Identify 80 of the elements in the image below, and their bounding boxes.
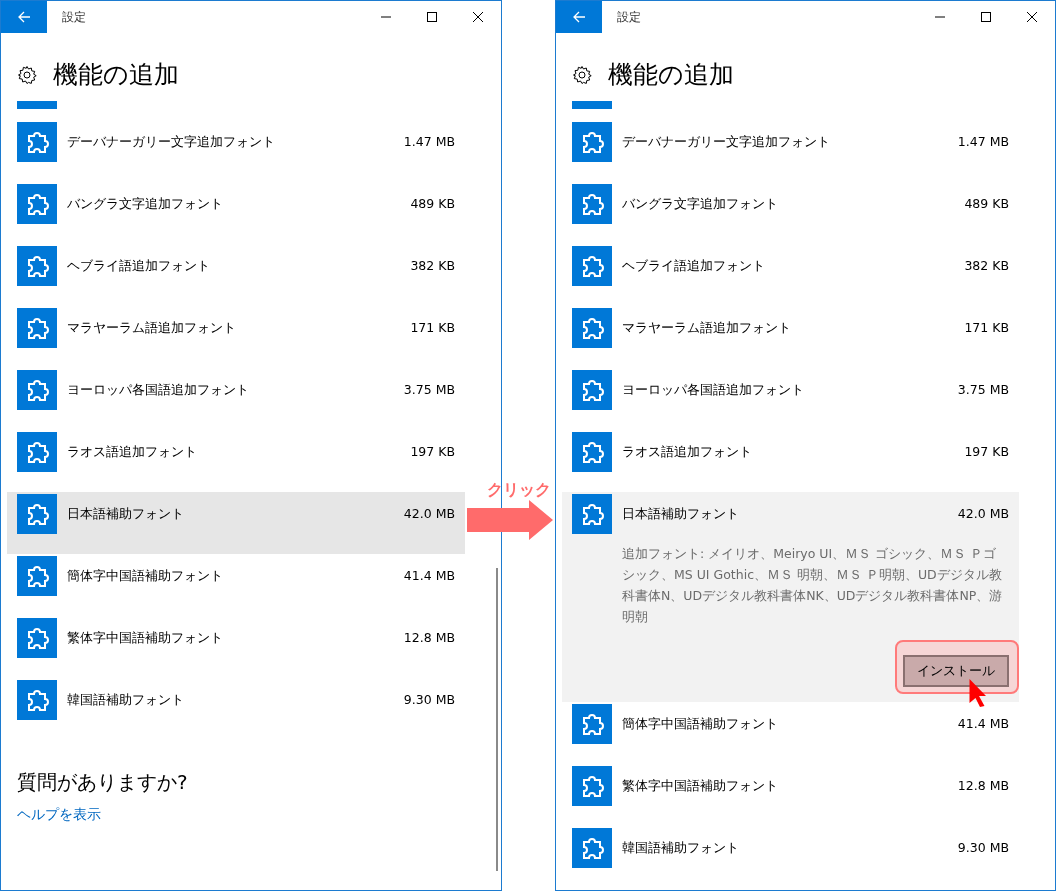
feature-item[interactable]: 簡体字中国語補助フォント 41.4 MB	[7, 554, 465, 616]
back-arrow-icon	[571, 9, 587, 25]
feature-name: 日本語補助フォント	[622, 505, 739, 523]
feature-item[interactable]: バングラ文字追加フォント 489 KB	[7, 182, 465, 244]
close-icon	[1027, 12, 1037, 22]
feature-size: 1.47 MB	[403, 133, 455, 151]
feature-name: 繁体字中国語補助フォント	[67, 629, 223, 647]
install-button[interactable]: インストール	[903, 655, 1009, 687]
feature-size: 41.4 MB	[403, 567, 455, 585]
feature-size: 171 KB	[964, 319, 1009, 337]
feature-description: 追加フォント: メイリオ、Meiryo UI、ＭＳ ゴシック、ＭＳ Ｐゴシック、MS UI Gothic、ＭＳ 明朝、ＭＳ Ｐ明朝、UDデジタル教科書体N、UDデジタル教科書体NK、UDデジタル教科書体NP、游明朝	[622, 545, 1004, 626]
window-title: 設定	[617, 8, 642, 26]
maximize-icon	[981, 12, 991, 22]
feature-item[interactable]: ヘブライ語追加フォント 382 KB	[562, 244, 1019, 306]
feature-name: ラオス語追加フォント	[622, 443, 752, 461]
feature-item[interactable]: 日本語補助フォント 42.0 MB	[7, 492, 465, 554]
feature-size: 42.0 MB	[403, 505, 455, 523]
page-heading: 機能の追加	[53, 59, 179, 91]
feature-item[interactable]: マラヤーラム語追加フォント 171 KB	[7, 306, 465, 368]
feature-size: 1.47 MB	[957, 133, 1009, 151]
feature-name: 日本語補助フォント	[67, 505, 184, 523]
feature-size: 12.8 MB	[957, 777, 1009, 795]
feature-item[interactable]: ラオス語追加フォント 197 KB	[562, 430, 1019, 492]
scroll-bar[interactable]	[496, 568, 498, 871]
help-link[interactable]: ヘルプを表示	[17, 804, 101, 824]
feature-name: ヨーロッパ各国語追加フォント	[622, 381, 804, 399]
feature-item[interactable]: マラヤーラム語追加フォント 171 KB	[562, 306, 1019, 368]
maximize-icon	[427, 12, 437, 22]
feature-item[interactable]: 繁体字中国語補助フォント 12.8 MB	[562, 764, 1019, 826]
feature-item[interactable]: 簡体字中国語補助フォント 41.4 MB	[562, 702, 1019, 764]
feature-size: 42.0 MB	[957, 505, 1009, 523]
feature-name: 韓国語補助フォント	[67, 691, 184, 709]
feature-size: 9.30 MB	[957, 839, 1009, 857]
feature-size: 171 KB	[410, 319, 455, 337]
back-button[interactable]	[556, 1, 602, 33]
feature-item[interactable]: 韓国語補助フォント 9.30 MB	[562, 826, 1019, 888]
back-button[interactable]	[1, 1, 47, 33]
feature-size: 197 KB	[964, 443, 1009, 461]
feature-name: ヘブライ語追加フォント	[622, 257, 765, 275]
feature-size: 489 KB	[410, 195, 455, 213]
feature-item[interactable]: 韓国語補助フォント 9.30 MB	[7, 678, 465, 740]
annotation-label: クリック	[487, 480, 551, 500]
cursor-icon	[967, 678, 989, 708]
feature-name: マラヤーラム語追加フォント	[622, 319, 791, 337]
feature-item[interactable]: 繁体字中国語補助フォント 12.8 MB	[7, 616, 465, 678]
feature-item[interactable]: ラオス語追加フォント 197 KB	[7, 430, 465, 492]
feature-size: 489 KB	[964, 195, 1009, 213]
feature-size: 9.30 MB	[403, 691, 455, 709]
feature-name: バングラ文字追加フォント	[67, 195, 223, 213]
feature-size: 3.75 MB	[957, 381, 1009, 399]
feature-item[interactable]: ヨーロッパ各国語追加フォント 3.75 MB	[7, 368, 465, 430]
window-title: 設定	[62, 8, 87, 26]
feature-item[interactable]: デーバナーガリー文字追加フォント 1.47 MB	[562, 120, 1019, 182]
feature-item[interactable]: ヘブライ語追加フォント 382 KB	[7, 244, 465, 306]
feature-item[interactable]: ヨーロッパ各国語追加フォント 3.75 MB	[562, 368, 1019, 430]
feature-size: 197 KB	[410, 443, 455, 461]
feature-name: ラオス語追加フォント	[67, 443, 197, 461]
feature-name: マラヤーラム語追加フォント	[67, 319, 236, 337]
feature-name: ヨーロッパ各国語追加フォント	[67, 381, 249, 399]
feature-size: 41.4 MB	[957, 715, 1009, 733]
feature-size: 12.8 MB	[403, 629, 455, 647]
close-icon	[473, 12, 483, 22]
page-heading: 機能の追加	[608, 59, 734, 91]
feature-name: 簡体字中国語補助フォント	[67, 567, 223, 585]
feature-name: バングラ文字追加フォント	[622, 195, 778, 213]
feature-name: 韓国語補助フォント	[622, 839, 739, 857]
feature-size: 382 KB	[410, 257, 455, 275]
help-heading: 質問がありますか?	[17, 769, 189, 796]
feature-name: デーバナーガリー文字追加フォント	[67, 133, 275, 151]
feature-name: 繁体字中国語補助フォント	[622, 777, 778, 795]
feature-size: 382 KB	[964, 257, 1009, 275]
feature-item[interactable]: バングラ文字追加フォント 489 KB	[562, 182, 1019, 244]
feature-name: デーバナーガリー文字追加フォント	[622, 133, 830, 151]
feature-name: ヘブライ語追加フォント	[67, 257, 210, 275]
settings-icon	[17, 65, 37, 85]
settings-icon	[572, 65, 592, 85]
feature-item[interactable]: デーバナーガリー文字追加フォント 1.47 MB	[7, 120, 465, 182]
feature-size: 3.75 MB	[403, 381, 455, 399]
back-arrow-icon	[16, 9, 32, 25]
feature-name: 簡体字中国語補助フォント	[622, 715, 778, 733]
